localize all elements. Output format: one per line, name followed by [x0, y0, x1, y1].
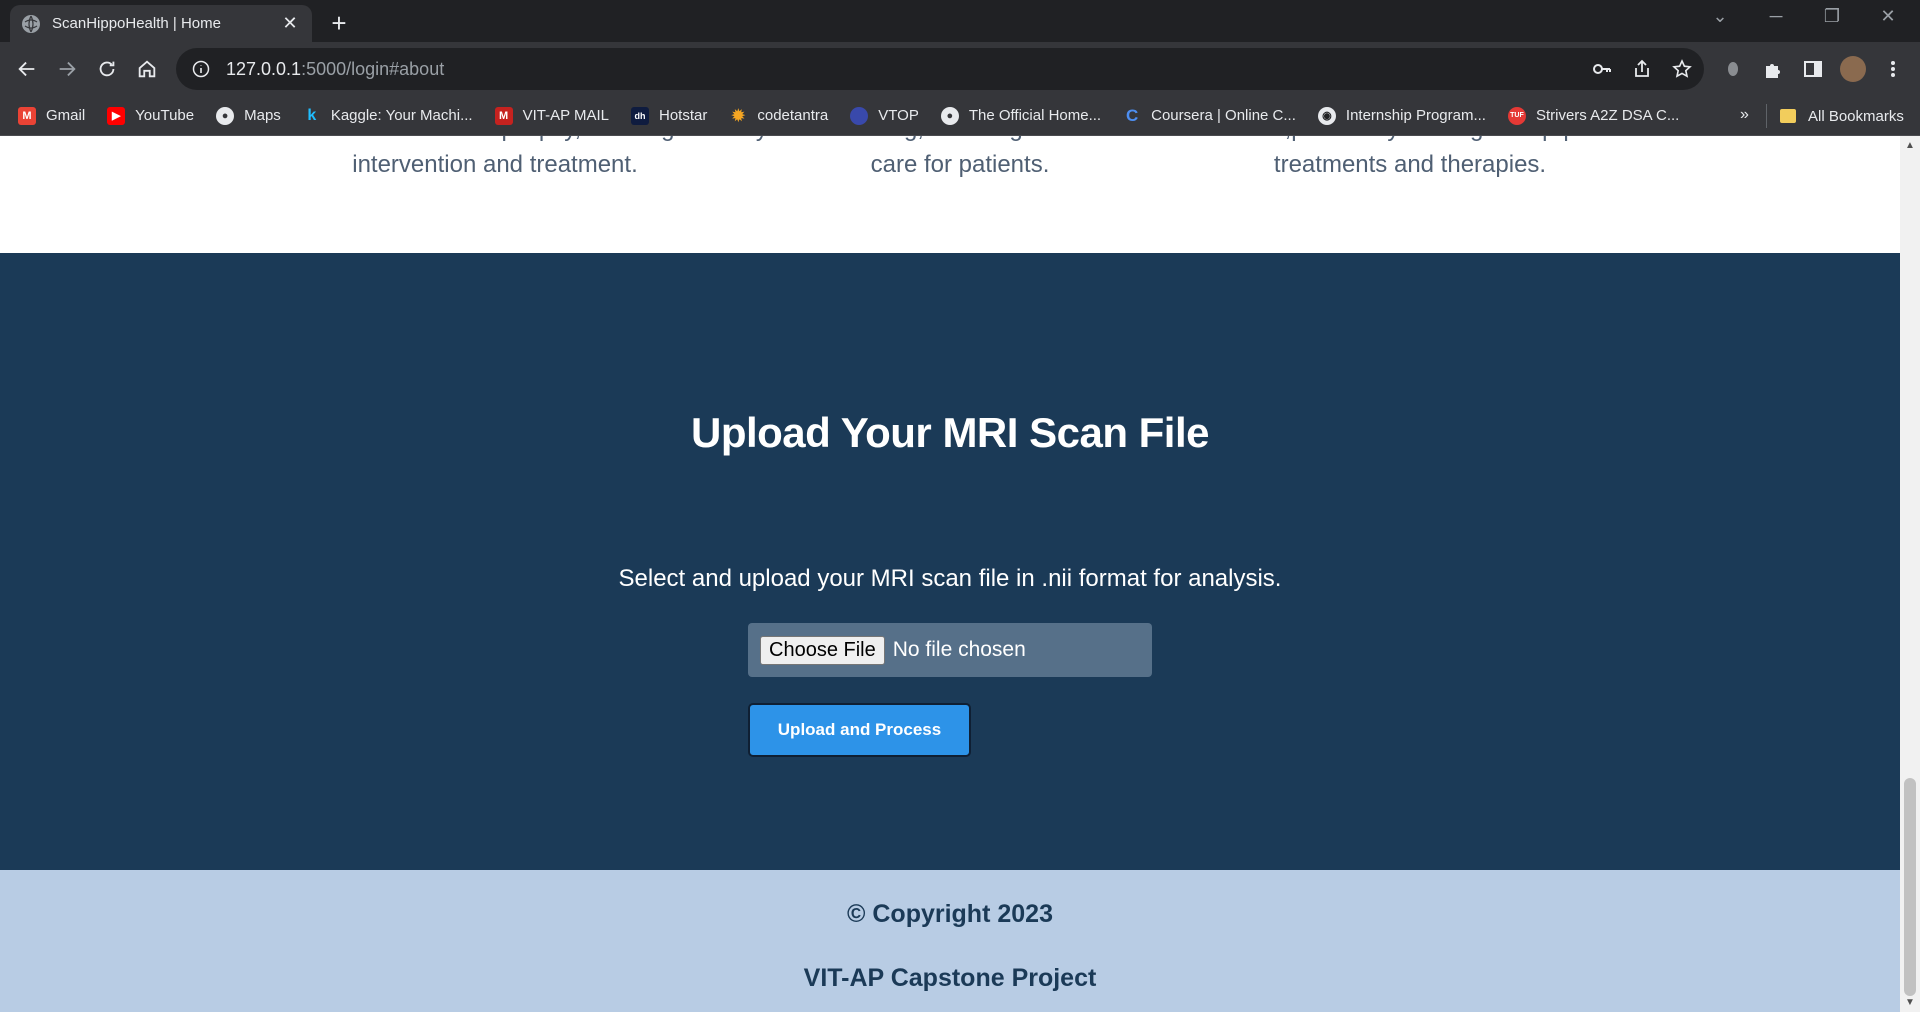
file-status-text: No file chosen [892, 638, 1026, 661]
coursera-icon: C [1125, 105, 1139, 125]
browser-tab[interactable]: ScanHippoHealth | Home ✕ [10, 5, 312, 42]
bookmark-maps[interactable]: ● Maps [216, 106, 281, 125]
info-icon[interactable] [192, 60, 210, 78]
bookmark-label: Hotstar [659, 107, 708, 124]
minimize-icon[interactable]: ─ [1756, 6, 1796, 27]
divider [1766, 104, 1767, 128]
browser-toolbar: 127.0.0.1 :5000/login#about [0, 42, 1920, 96]
url-host: 127.0.0.1 [226, 58, 302, 79]
copyright-text: © Copyright 2023 [847, 900, 1053, 928]
bookmark-label: Kaggle: Your Machi... [330, 107, 473, 124]
close-icon[interactable]: ✕ [280, 13, 300, 34]
window-close-icon[interactable]: ✕ [1868, 6, 1908, 27]
bookmark-codetantra[interactable]: ✹ codetantra [729, 107, 829, 125]
feature-text-detection: Alzheimer's disease and epilepsy, allowi… [210, 136, 780, 183]
bookmark-vit-ap-mail[interactable]: M VIT-AP MAIL [494, 106, 609, 125]
feature-line: intervention and treatment. [352, 151, 638, 178]
upload-title: Upload Your MRI Scan File [690, 409, 1210, 456]
footer: © Copyright 2023 VIT-AP Capstone Project [0, 870, 1900, 1012]
bookmark-hotstar[interactable]: dh Hotstar [631, 106, 708, 125]
extension-icon[interactable] [1718, 54, 1748, 84]
strivers-icon: TUF [1507, 106, 1526, 125]
upload-section: Upload Your MRI Scan File Select and upl… [0, 253, 1900, 870]
bookmark-strivers[interactable]: TUF Strivers A2Z DSA C... [1507, 106, 1680, 125]
globe-icon: ● [940, 106, 959, 125]
home-icon[interactable] [132, 54, 162, 84]
forward-icon[interactable] [52, 54, 82, 84]
scroll-down-icon[interactable]: ▼ [1900, 997, 1920, 1008]
feature-line: Alzheimer's disease and epilepsy, allowi… [210, 136, 780, 147]
bookmarks-bar: M Gmail ▶ YouTube ● Maps k Kaggle: Your Mach… [0, 96, 1920, 136]
all-bookmarks-label: All Bookmarks [1808, 107, 1904, 125]
page-scrollbar[interactable]: ▲ ▼ [1900, 136, 1920, 1012]
bookmark-label: Gmail [46, 107, 86, 124]
scrollbar-thumb[interactable] [1904, 778, 1916, 996]
bookmark-label: YouTube [135, 107, 195, 124]
bookmark-label: codetantra [757, 107, 829, 124]
file-input[interactable]: Choose File No file chosen [748, 623, 1152, 677]
tab-strip: ScanHippoHealth | Home ✕ + ⌄ ─ ❐ ✕ [0, 0, 1920, 42]
bookmark-coursera[interactable]: C Coursera | Online C... [1123, 105, 1296, 125]
bookmark-label: Strivers A2Z DSA C... [1535, 107, 1680, 124]
hotstar-icon: dh [631, 106, 649, 125]
bookmark-label: Maps [244, 107, 281, 124]
bookmark-vtop[interactable]: VTOP [850, 106, 919, 125]
bookmarks-overflow-button[interactable]: » [1740, 106, 1749, 124]
new-tab-button[interactable]: + [324, 8, 354, 38]
bookmark-label: VIT-AP MAIL [522, 107, 609, 124]
star-icon[interactable] [1670, 57, 1694, 81]
internship-icon: ◉ [1317, 106, 1336, 125]
upload-and-process-button[interactable]: Upload and Process [748, 703, 971, 757]
bookmark-label: VTOP [878, 107, 919, 124]
bookmark-label: Internship Program... [1345, 107, 1486, 124]
url-path: :5000/login#about [301, 58, 445, 79]
youtube-icon: ▶ [107, 106, 126, 125]
bookmark-official-home[interactable]: ● The Official Home... [940, 106, 1102, 125]
all-bookmarks-button[interactable]: All Bookmarks [1780, 96, 1904, 136]
restore-icon[interactable]: ❐ [1812, 6, 1852, 27]
codetantra-icon: ✹ [731, 107, 746, 125]
features-section: Alzheimer's disease and epilepsy, allowi… [0, 136, 1900, 253]
share-icon[interactable] [1630, 57, 1654, 81]
globe-icon [22, 14, 40, 33]
bookmark-internship[interactable]: ◉ Internship Program... [1317, 106, 1486, 125]
feature-line: research,potentially leading to imprpove… [1160, 136, 1660, 147]
reload-icon[interactable] [92, 54, 122, 84]
upload-description: Select and upload your MRI scan file in … [618, 565, 1282, 592]
globe-icon: ● [216, 106, 235, 125]
page-viewport: Alzheimer's disease and epilepsy, allowi… [0, 136, 1900, 1012]
bookmark-youtube[interactable]: ▶ YouTube [107, 106, 195, 125]
feature-line: treatments and therapies. [1273, 151, 1547, 178]
vtop-icon [850, 106, 869, 125]
feature-line: care for patients. [870, 151, 1050, 178]
profile-avatar[interactable] [1838, 54, 1868, 84]
address-bar[interactable]: 127.0.0.1 :5000/login#about [176, 48, 1704, 90]
scroll-up-icon[interactable]: ▲ [1900, 140, 1920, 151]
choose-file-button[interactable]: Choose File [760, 635, 885, 665]
folder-icon [1780, 109, 1796, 123]
feature-text-monitoring: monitoring, ensuring the best care for p… [780, 136, 1140, 183]
gmail-icon: M [494, 106, 513, 125]
feature-text-research: research,potentially leading to imprpove… [1160, 136, 1660, 183]
bookmark-gmail[interactable]: M Gmail [18, 106, 86, 125]
tab-title: ScanHippoHealth | Home [52, 15, 221, 32]
bookmark-kaggle[interactable]: k Kaggle: Your Machi... [303, 106, 473, 125]
project-name: VIT-AP Capstone Project [803, 964, 1097, 992]
feature-line: monitoring, ensuring the best [780, 136, 1140, 147]
puzzle-icon[interactable] [1758, 54, 1788, 84]
bookmark-label: Coursera | Online C... [1151, 107, 1296, 124]
menu-kebab-icon[interactable] [1878, 54, 1908, 84]
gmail-icon: M [18, 106, 36, 125]
chevron-down-icon[interactable]: ⌄ [1700, 6, 1740, 27]
back-icon[interactable] [12, 54, 42, 84]
side-panel-icon[interactable] [1798, 54, 1828, 84]
kaggle-icon: k [307, 106, 317, 124]
bookmark-label: The Official Home... [968, 107, 1102, 124]
key-icon[interactable] [1590, 57, 1614, 81]
